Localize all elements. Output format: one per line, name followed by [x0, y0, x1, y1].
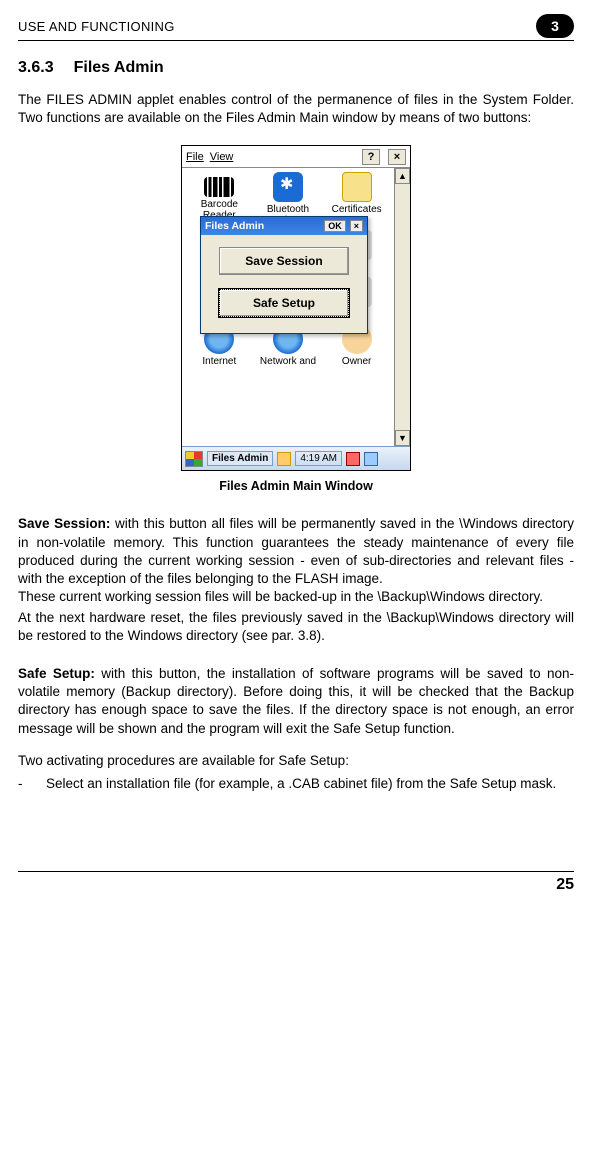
footer-rule — [18, 871, 574, 872]
page-header: USE AND FUNCTIONING 3 — [18, 14, 574, 41]
dialog-ok-button[interactable]: OK — [324, 220, 346, 232]
save-session-p2: These current working session files will… — [18, 588, 574, 606]
tray-icon-3[interactable] — [364, 452, 378, 466]
save-session-button[interactable]: Save Session — [219, 247, 349, 275]
start-button[interactable] — [185, 451, 203, 467]
scroll-down-icon[interactable]: ▼ — [395, 430, 410, 446]
safe-setup-paragraph: Safe Setup: with this button, the instal… — [18, 665, 574, 738]
menu-file[interactable]: File — [186, 151, 204, 163]
main-window: File View ? × Barcode Reader Bluetooth D… — [181, 145, 411, 471]
vertical-scrollbar[interactable]: ▲ ▼ — [394, 168, 410, 446]
save-session-p3: At the next hardware reset, the files pr… — [18, 609, 574, 645]
menu-view[interactable]: View — [210, 151, 234, 163]
dialog-title: Files Admin — [205, 220, 264, 232]
safe-setup-button[interactable]: Safe Setup — [219, 289, 349, 317]
dialog-close-button[interactable]: × — [350, 220, 363, 232]
taskbar-clock: 4:19 AM — [295, 451, 342, 466]
intro-paragraph: The FILES ADMIN applet enables control o… — [18, 91, 574, 127]
page-number: 25 — [18, 876, 574, 894]
safe-setup-p2: Two activating procedures are available … — [18, 752, 574, 770]
tray-icon-2[interactable] — [346, 452, 360, 466]
section-heading: 3.6.3 Files Admin — [18, 59, 574, 77]
dialog-titlebar: Files Admin OK × — [201, 217, 367, 235]
header-title: USE AND FUNCTIONING — [18, 19, 175, 34]
bullet-item-1: - Select an installation file (for examp… — [18, 776, 574, 791]
menubar: File View ? × — [182, 146, 410, 168]
scroll-up-icon[interactable]: ▲ — [395, 168, 410, 184]
section-title: Files Admin — [74, 59, 164, 77]
figure-caption: Files Admin Main Window — [219, 479, 373, 493]
tray-icon-1[interactable] — [277, 452, 291, 466]
taskbar: Files Admin 4:19 AM — [182, 446, 410, 470]
figure: File View ? × Barcode Reader Bluetooth D… — [18, 145, 574, 493]
save-session-paragraph: Save Session: with this button all files… — [18, 515, 574, 588]
close-button[interactable]: × — [388, 149, 406, 165]
files-admin-dialog: Files Admin OK × Save Session Safe Setup — [200, 216, 368, 334]
section-number: 3.6.3 — [18, 59, 54, 77]
help-button[interactable]: ? — [362, 149, 380, 165]
taskbar-app-button[interactable]: Files Admin — [207, 451, 273, 466]
control-panel-area: Barcode Reader Bluetooth Device ... Cert… — [182, 168, 394, 446]
chapter-badge: 3 — [536, 14, 574, 38]
